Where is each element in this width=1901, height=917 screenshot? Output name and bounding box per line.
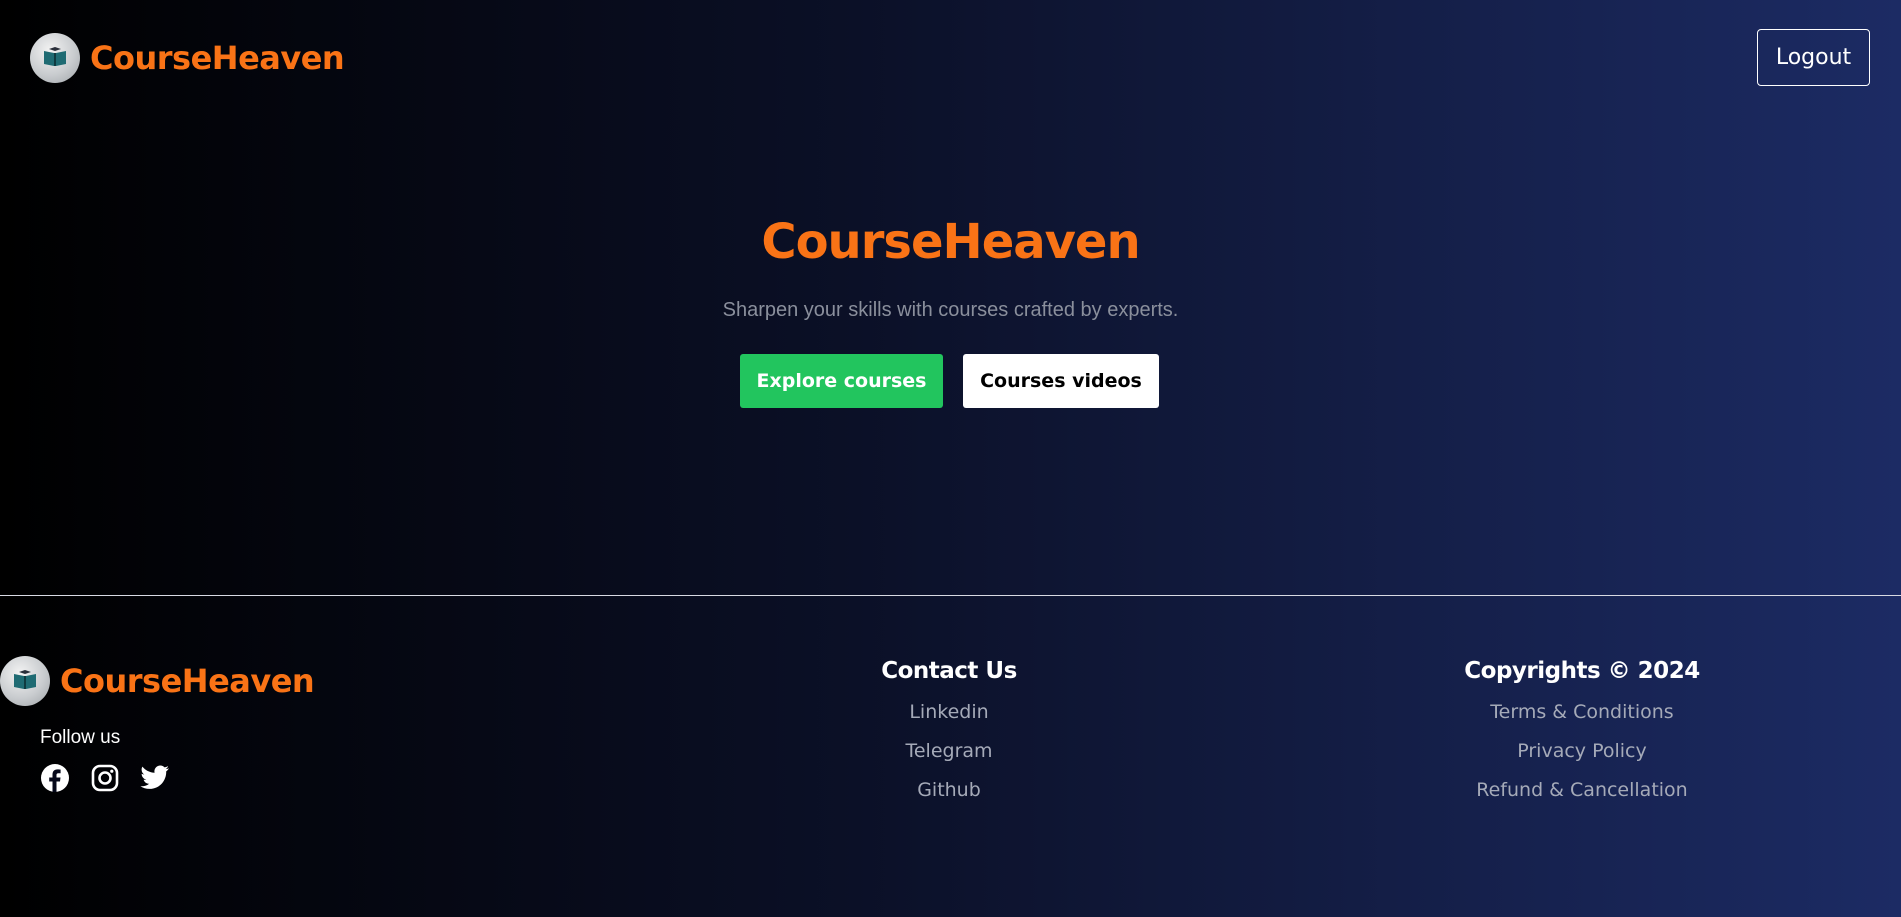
- header-brand: CourseHeaven: [90, 39, 345, 77]
- follow-us-label: Follow us: [40, 727, 121, 748]
- twitter-icon[interactable]: [140, 763, 170, 793]
- legal-column: Copyrights © 2024 Terms & Conditions Pri…: [1432, 658, 1732, 801]
- contact-title: Contact Us: [881, 658, 1017, 684]
- privacy-link[interactable]: Privacy Policy: [1432, 740, 1732, 762]
- telegram-link[interactable]: Telegram: [849, 740, 1049, 762]
- header-logo[interactable]: CourseHeaven: [30, 33, 345, 83]
- footer-brand: CourseHeaven: [60, 662, 315, 700]
- courses-videos-button[interactable]: Courses videos: [963, 354, 1159, 408]
- footer-divider: [0, 595, 1901, 596]
- logo-book-icon: [0, 656, 50, 706]
- terms-link[interactable]: Terms & Conditions: [1432, 701, 1732, 723]
- instagram-icon[interactable]: [90, 763, 120, 793]
- contact-column: Contact Us Linkedin Telegram Github: [849, 658, 1049, 801]
- footer-logo[interactable]: CourseHeaven: [0, 656, 315, 706]
- hero-title: CourseHeaven: [761, 214, 1140, 270]
- explore-courses-button[interactable]: Explore courses: [740, 354, 943, 408]
- hero-buttons: Explore courses Courses videos: [740, 354, 1159, 408]
- site-header: CourseHeaven Logout: [0, 0, 1901, 116]
- social-links: [40, 763, 190, 793]
- hero-subtitle: Sharpen your skills with courses crafted…: [722, 299, 1179, 321]
- refund-link[interactable]: Refund & Cancellation: [1432, 779, 1732, 801]
- logout-button[interactable]: Logout: [1757, 29, 1870, 86]
- logo-book-icon: [30, 33, 80, 83]
- facebook-icon[interactable]: [40, 763, 70, 793]
- github-link[interactable]: Github: [849, 779, 1049, 801]
- copyright-title: Copyrights © 2024: [1464, 658, 1700, 684]
- linkedin-link[interactable]: Linkedin: [849, 701, 1049, 723]
